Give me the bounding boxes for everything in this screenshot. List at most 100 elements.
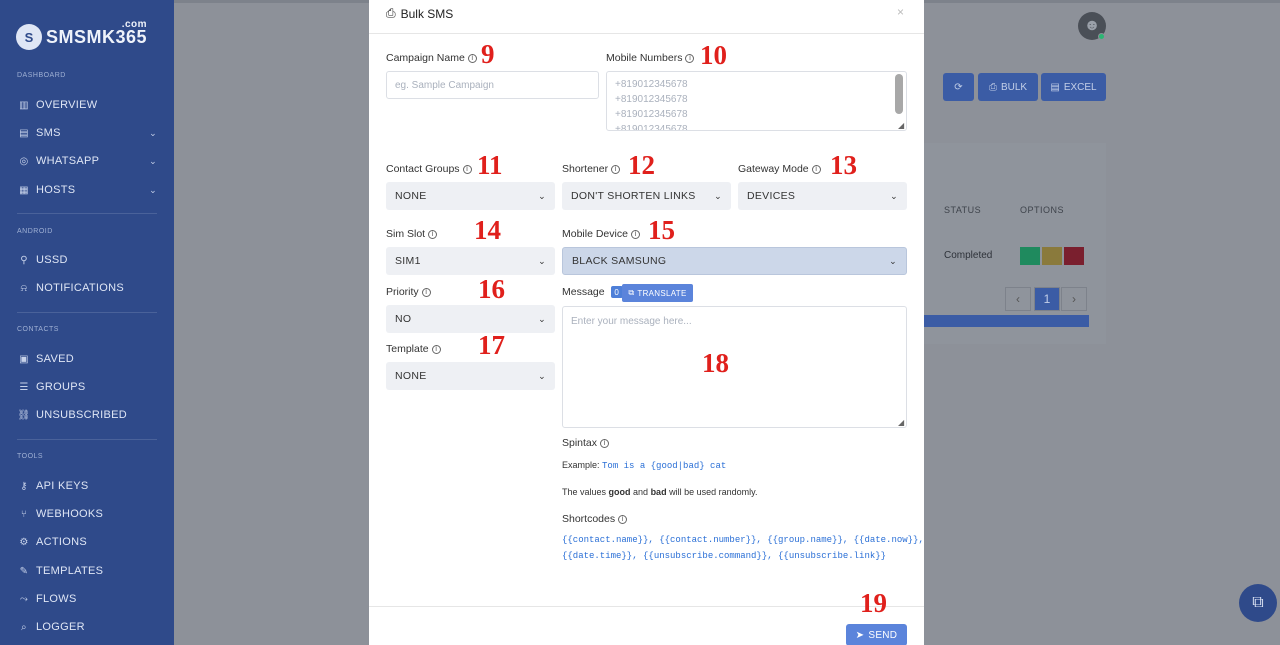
chevron-down-icon: ⌄ [538,313,546,324]
info-icon: i [685,53,695,63]
chevron-down-icon: ⌄ [149,155,157,166]
campaign-name-label: Campaign Name i [386,52,477,64]
shortener-label-text: Shortener [562,163,609,175]
message-textarea[interactable]: Enter your message here... [562,306,907,428]
logo-icon: S [16,24,42,50]
shortener-select[interactable]: DON'T SHORTEN LINKS ⌄ [562,182,731,210]
gateway-mode-select[interactable]: DEVICES ⌄ [738,182,907,210]
chevron-down-icon: ⌄ [890,190,898,201]
example-code: Tom is a {good|bad} cat [602,461,727,471]
annotation-13: 13 [830,150,857,180]
send-icon: ➤ [855,629,865,641]
sidebar-item-ussd[interactable]: ⚲ USSD [17,250,157,270]
sidebar-item-webhooks[interactable]: ⑂ WEBHOOKS [17,504,157,524]
refresh-button[interactable]: ⟳ [943,73,974,101]
example-prefix: Example: [562,460,603,470]
sidebar-item-groups[interactable]: ☰ GROUPS [17,377,157,397]
annotation-12: 12 [628,150,655,180]
sidebar-item-whatsapp[interactable]: ◎ WHATSAPP ⌄ [17,151,157,171]
resize-handle-icon[interactable]: ◢ [898,121,904,130]
prev-page-button[interactable]: ‹ [1005,287,1031,311]
sidebar-item-hosts[interactable]: ▦ HOSTS ⌄ [17,180,157,200]
select-value: BLACK SAMSUNG [572,255,667,267]
annotation-9: 9 [481,39,495,69]
sidebar-item-templates[interactable]: ✎ TEMPLATES [17,561,157,581]
chevron-down-icon: ⌄ [889,255,897,266]
bulk-button[interactable]: ⎙ BULK [978,73,1038,101]
contact-groups-label-text: Contact Groups [386,163,460,175]
info-icon: i [600,438,610,448]
placeholder-line: +819012345678 [615,79,688,90]
modal-title-text: Bulk SMS [400,6,454,21]
pause-button[interactable] [1042,247,1062,265]
delete-button[interactable] [1064,247,1084,265]
sidebar-item-unsubscribed[interactable]: ⛓ UNSUBSCRIBED [17,405,157,425]
sidebar-item-actions[interactable]: ⚙ ACTIONS [17,532,157,552]
select-value: NONE [395,190,427,202]
mobile-device-label: Mobile Device i [562,228,640,240]
sidebar-item-api-keys[interactable]: ⚷ API KEYS [17,476,157,496]
mobile-device-select[interactable]: BLACK SAMSUNG ⌄ [562,247,907,275]
sidebar-item-saved[interactable]: ▣ SAVED [17,349,157,369]
section-tools: TOOLS [17,453,44,460]
translate-float-button[interactable]: ⧉ [1239,584,1277,622]
campaign-name-input[interactable]: eg. Sample Campaign [386,71,599,99]
sidebar-item-label: OVERVIEW [36,99,98,111]
note-bad: bad [650,487,667,497]
excel-button[interactable]: ▤ EXCEL [1041,73,1106,101]
page-number-button[interactable]: 1 [1034,287,1060,311]
placeholder-line: +819012345678 [615,109,688,120]
sidebar-item-flows[interactable]: ⤳ FLOWS [17,589,157,609]
bulk-icon: ⎙ [988,81,997,93]
template-label: Template i [386,343,441,355]
sidebar-item-overview[interactable]: ▥ OVERVIEW [17,95,157,115]
send-button[interactable]: ➤ SEND [846,624,907,645]
select-value: NONE [395,370,427,382]
sim-slot-select[interactable]: SIM1 ⌄ [386,247,555,275]
online-status-dot [1098,33,1105,40]
sidebar-item-label: GROUPS [36,381,86,393]
priority-select[interactable]: NO ⌄ [386,305,555,333]
mobile-numbers-textarea[interactable]: +819012345678 +819012345678 +81901234567… [606,71,907,131]
sidebar-divider [17,213,157,214]
background-card [924,143,1106,344]
sidebar-divider [17,312,157,313]
annotation-17: 17 [478,330,505,360]
gateway-mode-label: Gateway Mode i [738,163,821,175]
message-label-text: Message [562,286,605,298]
contacts-icon: ▣ [19,353,29,365]
sidebar-item-label: API KEYS [36,480,89,492]
play-button[interactable] [1020,247,1040,265]
excel-icon: ▤ [1050,81,1060,93]
textarea-scrollbar[interactable] [895,74,903,114]
logo-text: SMSMK365 .com [46,19,147,48]
section-dashboard: DASHBOARD [17,72,66,79]
chevron-down-icon: ⌄ [538,255,546,266]
sim-slot-label: Sim Slot i [386,228,438,240]
template-select[interactable]: NONE ⌄ [386,362,555,390]
background-scrollbar [924,315,1089,327]
logo[interactable]: S SMSMK365 .com [16,19,147,50]
note-text: and [630,487,651,497]
shortcodes-line: {{date.time}}, {{unsubscribe.command}}, … [562,551,887,561]
chevron-down-icon: ⌄ [149,184,157,195]
sidebar-item-label: TEMPLATES [36,565,104,577]
annotation-10: 10 [700,40,727,70]
sidebar-item-sms[interactable]: ▤ SMS ⌄ [17,123,157,143]
contact-groups-select[interactable]: NONE ⌄ [386,182,555,210]
unlink-icon: ⛓ [17,409,31,421]
annotation-16: 16 [478,274,505,304]
mobile-numbers-label: Mobile Numbers i [606,52,695,64]
sidebar-item-logger[interactable]: ⌕ LOGGER [17,617,157,637]
sidebar-item-label: WHATSAPP [36,155,100,167]
resize-handle-icon[interactable]: ◢ [898,418,904,427]
campaign-name-label-text: Campaign Name [386,52,465,64]
sidebar-item-label: SAVED [36,353,74,365]
info-icon: i [462,164,472,174]
close-button[interactable]: × [897,5,904,19]
modal-header-divider [369,33,924,34]
translate-button[interactable]: ⧉ TRANSLATE [622,284,693,302]
next-page-button[interactable]: › [1061,287,1087,311]
sidebar-item-notifications[interactable]: ⍾ NOTIFICATIONS [17,278,157,298]
status-cell: Completed [944,250,993,261]
